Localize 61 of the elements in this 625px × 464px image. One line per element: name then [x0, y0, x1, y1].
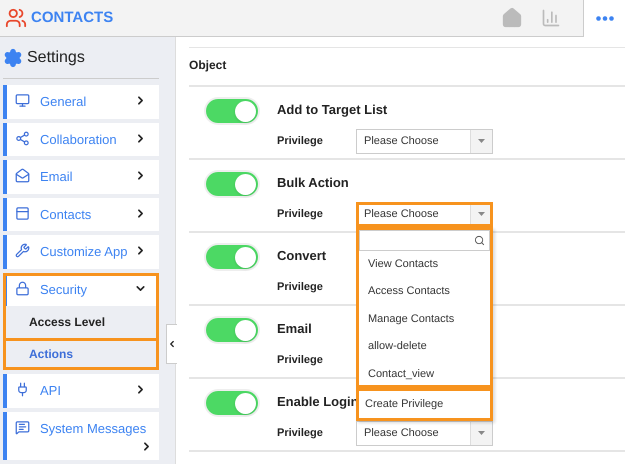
dropdown-option[interactable]: View Contacts: [359, 250, 490, 278]
menu-label: Customize App: [40, 243, 128, 261]
sidebar-item[interactable]: General: [3, 85, 159, 118]
menu-icon: [15, 420, 30, 434]
create-privilege-option[interactable]: Create Privilege: [356, 388, 493, 421]
menu-label: API: [40, 382, 62, 400]
menu-label: System Messages: [40, 420, 147, 438]
menu-icon: [15, 93, 30, 108]
dropdown-option[interactable]: Access Contacts: [359, 278, 490, 306]
ellipsis-icon: [596, 16, 614, 20]
menu-icon: [15, 243, 30, 258]
chevron-left-icon: [167, 339, 177, 349]
menu-icon: [15, 130, 30, 146]
sidebar-item[interactable]: API: [3, 374, 159, 408]
privilege-label: Privilege: [277, 280, 324, 295]
privilege-select[interactable]: Please Choose: [356, 128, 493, 154]
menu-label: General: [40, 93, 88, 111]
object-name: Email: [277, 320, 312, 338]
dropdown-option[interactable]: Contact_view: [359, 360, 490, 388]
object-name: Bulk Action: [277, 174, 349, 192]
toggle-switch[interactable]: [206, 99, 258, 123]
caret-icon: [478, 431, 485, 435]
privilege-label: Privilege: [277, 134, 324, 149]
sidebar-title: Settings: [27, 48, 85, 68]
sidebar-item[interactable]: System Messages: [3, 412, 159, 460]
caret-icon: [478, 139, 485, 143]
app-logo-icon: [5, 7, 27, 29]
sidebar-item[interactable]: Customize App: [3, 235, 159, 268]
menu-icon: [15, 382, 30, 397]
privilege-label: Privilege: [277, 206, 324, 222]
bar-chart-icon[interactable]: [541, 8, 561, 28]
dropdown-option[interactable]: Manage Contacts: [359, 306, 490, 333]
menu-icon: [15, 280, 30, 296]
menu-label: Contacts: [40, 206, 92, 224]
toggle-switch[interactable]: [206, 391, 258, 415]
menu-icon: [15, 206, 30, 220]
privilege-select[interactable]: Please Choose: [356, 420, 493, 446]
privilege-label: Privilege: [277, 352, 324, 368]
sidebar-item[interactable]: Email: [3, 160, 159, 194]
home-icon[interactable]: [501, 7, 523, 29]
privilege-select[interactable]: Please Choose: [356, 202, 493, 226]
toggle-switch[interactable]: [206, 245, 258, 269]
more-button[interactable]: [583, 0, 625, 36]
privilege-label: Privilege: [277, 426, 324, 441]
menu-icon: [15, 168, 30, 183]
sidebar-item[interactable]: Collaboration: [3, 122, 159, 156]
menu-label: Email: [40, 168, 74, 186]
toggle-switch[interactable]: [206, 318, 258, 342]
search-icon: [474, 234, 485, 246]
collapse-tab[interactable]: [166, 324, 177, 364]
section-title: Object: [189, 56, 226, 74]
menu-label: Security: [40, 280, 88, 299]
search-field[interactable]: [359, 230, 490, 250]
object-name: Convert: [277, 247, 326, 265]
sidebar-item[interactable]: Contacts: [3, 198, 159, 231]
app-title: CONTACTS: [31, 8, 114, 28]
object-name: Add to Target List: [277, 101, 388, 119]
toggle-switch[interactable]: [206, 172, 258, 196]
menu-label: Collaboration: [40, 130, 118, 148]
dropdown-option[interactable]: allow-delete: [359, 333, 490, 360]
caret-icon: [478, 212, 485, 216]
